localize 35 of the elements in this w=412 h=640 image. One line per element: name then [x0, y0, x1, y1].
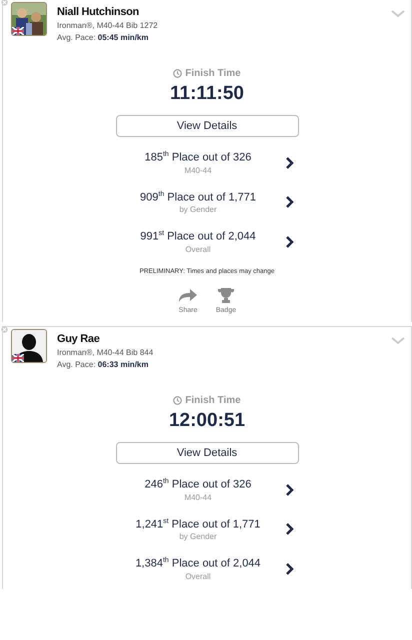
place-text: 1,384$^{th}$ Place out of 2,044 — [135, 557, 261, 570]
finish-time: 12:00:51 — [168, 410, 246, 432]
flag-icon — [12, 27, 24, 35]
clock-icon — [173, 69, 182, 78]
chevron-right-icon[interactable] — [285, 563, 294, 576]
place-text: 185$^{th}$ Place out of 326 — [144, 151, 252, 164]
athlete-name: Niall Hutchinson — [57, 6, 140, 18]
category-text: M40-44 — [184, 492, 212, 502]
finish-time-label: Finish Time — [185, 68, 241, 79]
clock-icon — [173, 396, 182, 405]
chevron-right-icon[interactable] — [285, 523, 294, 536]
chevron-right-icon[interactable] — [285, 156, 294, 169]
division-text: Ironman®, M40-44 Bib 1272 — [57, 21, 158, 30]
place-text: 909$^{th}$ Place out of 1,771 — [140, 190, 256, 204]
category-text: by Gender — [179, 532, 217, 542]
chevron-right-icon[interactable] — [285, 236, 294, 248]
trophy-icon — [217, 286, 235, 303]
category-text: Overall — [185, 244, 211, 254]
share-arrow-icon — [178, 286, 198, 303]
pace-text: Avg. Pace: 05:45 min/km — [57, 33, 150, 42]
place-text: 1,241$^{st}$ Place out of 1,771 — [136, 518, 260, 530]
view-details-button[interactable]: View Details — [116, 442, 298, 464]
chevron-right-icon[interactable] — [285, 196, 294, 208]
chevron-right-icon[interactable] — [285, 484, 294, 496]
pace-text: Avg. Pace: 06:33 min/km — [57, 360, 150, 369]
division-text: Ironman®, M40-44 Bib 844 — [57, 348, 154, 357]
category-text: Overall — [185, 572, 211, 581]
finish-time: 11:11:50 — [170, 83, 244, 105]
view-details-button[interactable]: View Details — [116, 115, 298, 137]
place-text: 991$^{st}$ Place out of 2,044 — [140, 230, 256, 243]
finish-time-label: Finish Time — [185, 394, 241, 406]
place-text: 246$^{th}$ Place out of 326 — [144, 478, 252, 491]
category-text: by Gender — [179, 205, 217, 214]
category-text: M40-44 — [184, 166, 212, 175]
athlete-name: Guy Rae — [57, 332, 101, 345]
